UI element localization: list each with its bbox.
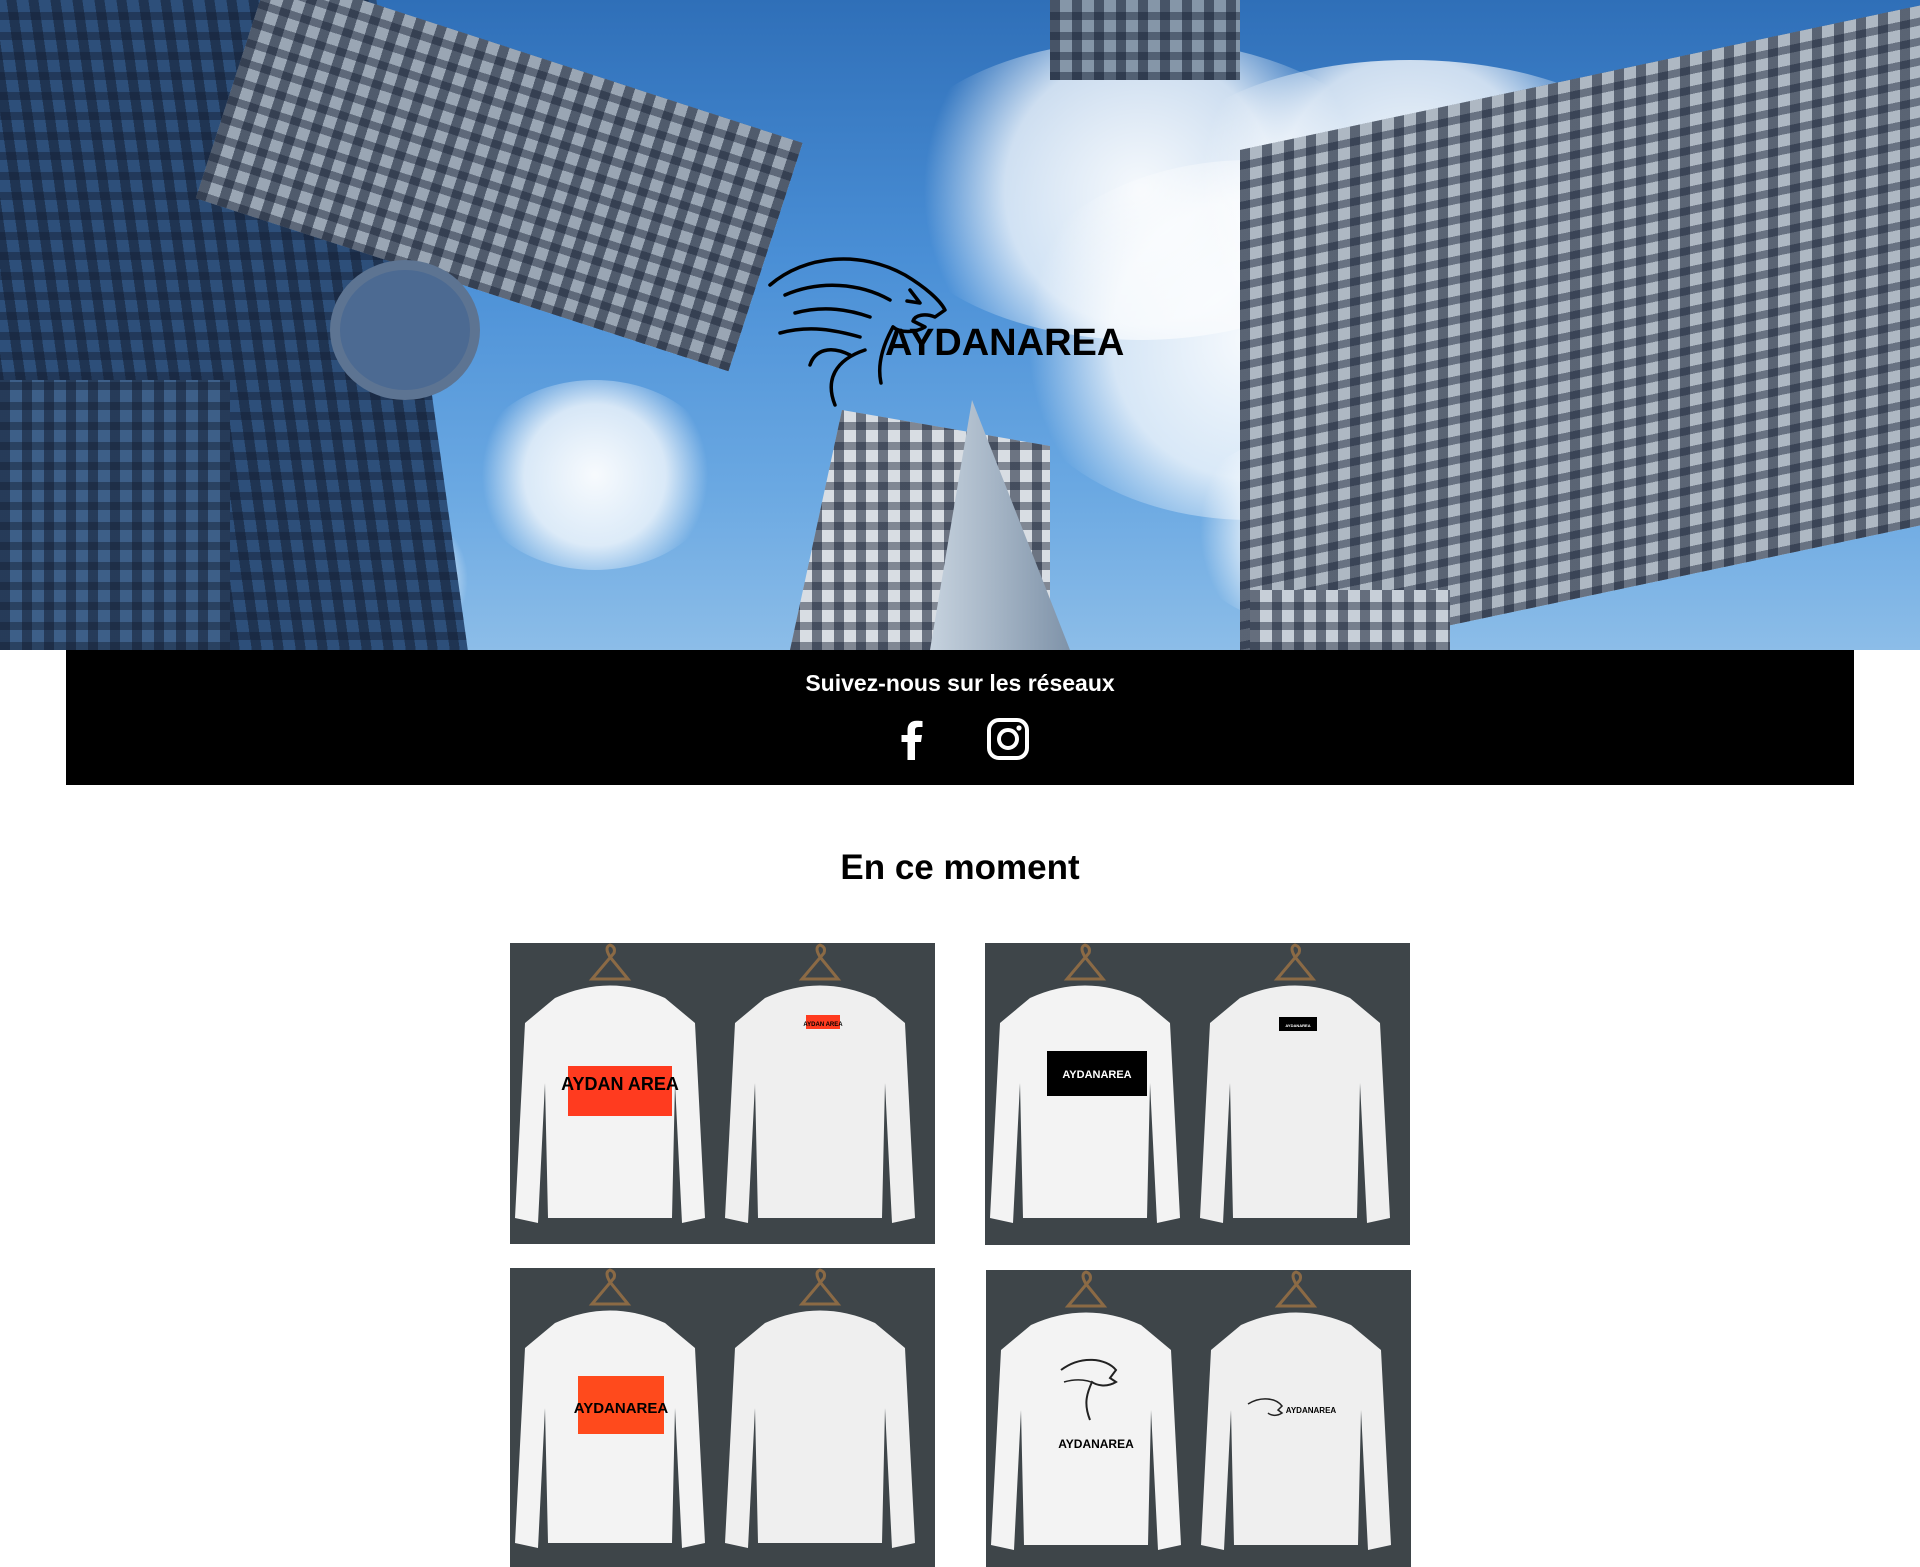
- product-card[interactable]: AYDANAREA AYDANAREA: [986, 1270, 1411, 1567]
- svg-text:AYDANAREA: AYDANAREA: [1058, 1437, 1134, 1451]
- product-card[interactable]: AYDANAREA AYDANAREA: [985, 943, 1410, 1245]
- svg-text:AYDANAREA: AYDANAREA: [1285, 1023, 1310, 1028]
- hero-banner: AYDANAREA: [0, 0, 1920, 650]
- svg-text:AYDAN AREA: AYDAN AREA: [561, 1074, 679, 1094]
- hero-cloud: [470, 380, 720, 570]
- logo-wordmark: AYDANAREA: [885, 322, 1124, 364]
- hero-building: [1050, 0, 1240, 80]
- hero-building: [0, 380, 230, 650]
- social-title: Suivez-nous sur les réseaux: [805, 670, 1115, 696]
- hero-building: [1250, 590, 1450, 650]
- svg-text:AYDAN AREA: AYDAN AREA: [803, 1022, 843, 1028]
- social-bar: Suivez-nous sur les réseaux: [66, 650, 1854, 785]
- svg-text:AYDANAREA: AYDANAREA: [574, 1400, 669, 1417]
- section-title: En ce moment: [840, 848, 1080, 887]
- svg-text:AYDANAREA: AYDANAREA: [1286, 1406, 1337, 1415]
- social-icons: [66, 716, 1854, 762]
- instagram-icon[interactable]: [985, 716, 1031, 762]
- aydanarea-logo: AYDANAREA: [768, 257, 1124, 407]
- facebook-icon[interactable]: [889, 716, 935, 762]
- product-card[interactable]: AYDAN AREA AYDAN AREA: [510, 943, 935, 1244]
- hero-building: [330, 260, 480, 400]
- product-card[interactable]: AYDANAREA: [510, 1268, 935, 1567]
- svg-text:AYDANAREA: AYDANAREA: [1062, 1069, 1131, 1081]
